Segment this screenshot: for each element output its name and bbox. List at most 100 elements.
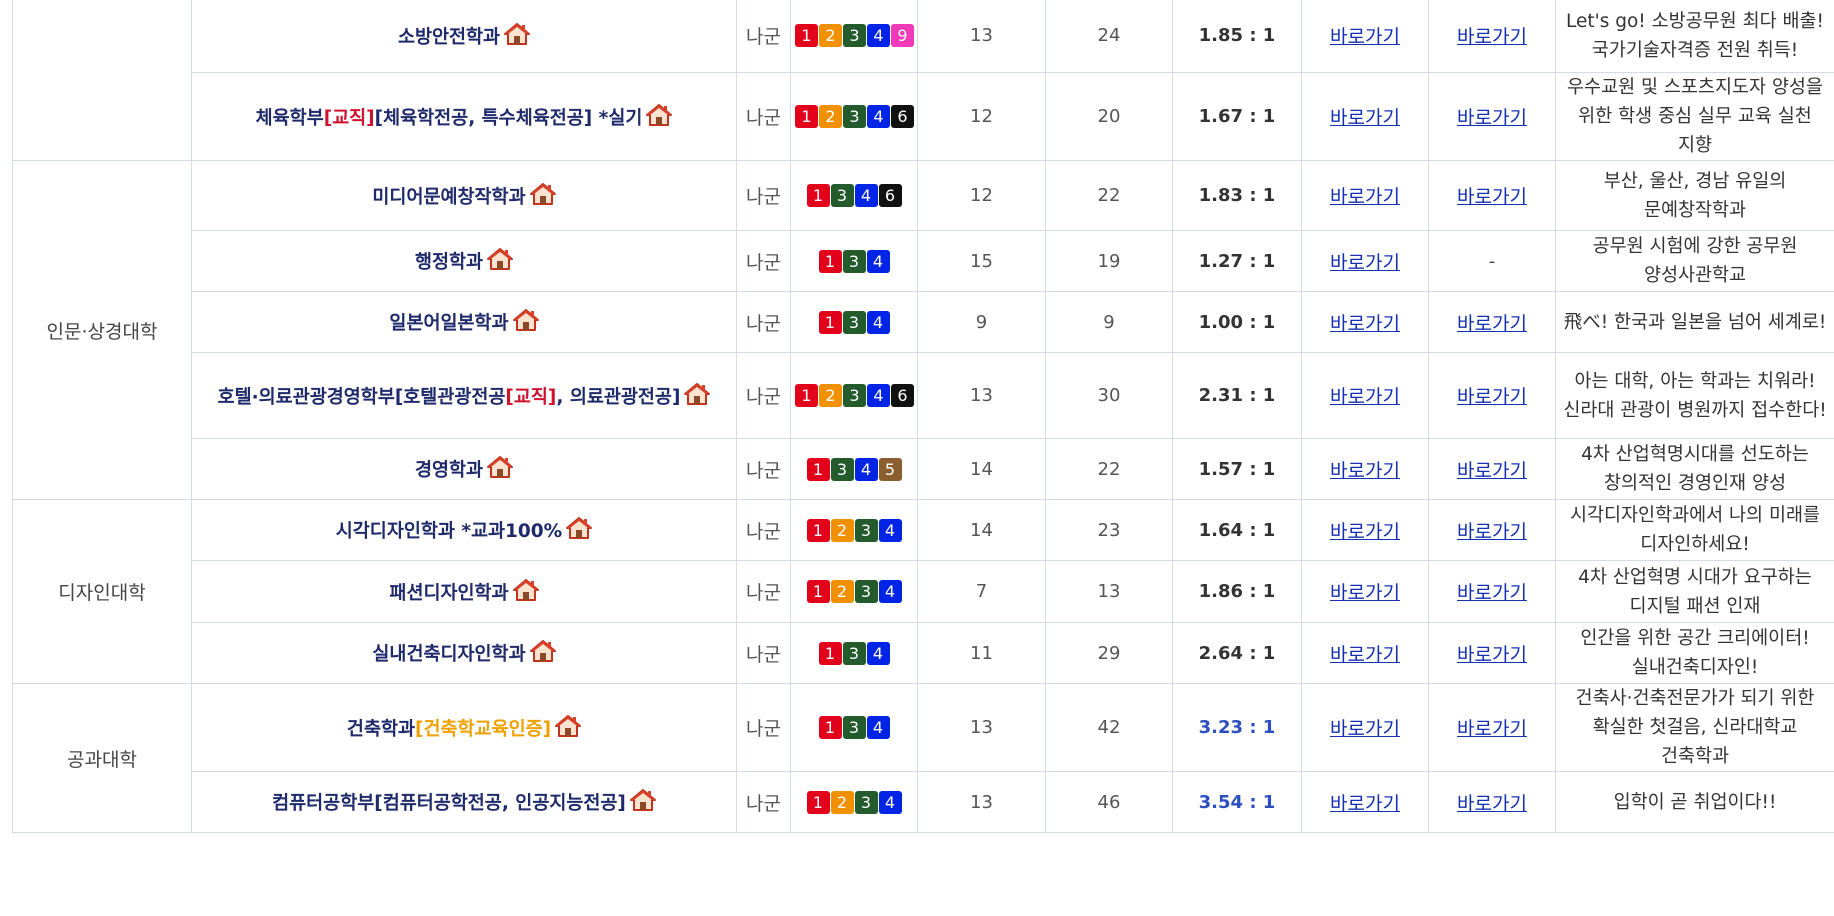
link1-cell: 바로가기: [1301, 683, 1429, 772]
department-name-cell: 소방안전학과: [191, 0, 737, 73]
applicants-cell: 46: [1045, 771, 1173, 833]
grade-badge-2: 2: [819, 384, 842, 407]
shortcut-link[interactable]: 바로가기: [1330, 107, 1400, 129]
shortcut-link[interactable]: 바로가기: [1330, 582, 1400, 604]
quota-cell: 13: [917, 683, 1046, 772]
grade-badges-cell: 134: [790, 683, 918, 772]
shortcut-link[interactable]: 바로가기: [1330, 460, 1400, 482]
home-icon[interactable]: [646, 103, 673, 126]
department-description: 부산, 울산, 경남 유일의 문예창작학과: [1555, 160, 1834, 231]
grade-badge-6: 6: [878, 184, 902, 207]
home-icon[interactable]: [566, 517, 593, 539]
shortcut-link-2[interactable]: 바로가기: [1457, 582, 1527, 604]
table-row: 체육학부[교직][체육학전공, 특수체육전공] *실기 나군 1 2 3 4 6 12 20 1.…: [13, 72, 1834, 161]
shortcut-link[interactable]: 바로가기: [1330, 26, 1400, 48]
quota-cell: 14: [917, 438, 1046, 500]
admission-group: 나군: [736, 622, 791, 684]
grade-badge-3: 3: [843, 384, 866, 407]
department-note: , 의료관광전공]: [556, 386, 681, 408]
link2-empty: -: [1428, 230, 1556, 292]
link1-cell: 바로가기: [1301, 160, 1429, 231]
shortcut-link-2[interactable]: 바로가기: [1457, 644, 1527, 666]
department-note: [교직]: [505, 386, 557, 408]
home-icon[interactable]: [529, 640, 556, 662]
competition-ratio: 1.86 : 1: [1172, 560, 1302, 623]
home-icon[interactable]: [684, 382, 711, 405]
grade-badge-1: 1: [806, 580, 830, 603]
shortcut-link-2[interactable]: 바로가기: [1457, 460, 1527, 482]
table-row: 행정학과 나군 1 3 4 15 19 1.27 : 1 바로가기 - 공무원 시험에 강한 공무원…: [13, 230, 1834, 292]
applicants-cell: 22: [1045, 438, 1173, 500]
applicants-cell: 19: [1045, 230, 1173, 292]
home-icon[interactable]: [529, 182, 556, 205]
college-cell: 공과대학: [12, 683, 192, 833]
admission-group: 나군: [736, 352, 791, 439]
department-description: 인간을 위한 공간 크리에이터! 실내건축디자인!: [1555, 622, 1834, 684]
grade-badges-cell: 1234: [790, 771, 918, 833]
table-row: 디자인대학 시각디자인학과 *교과100% 나군 1 2 3 4 14 23 1.64 : 1 바로…: [12, 499, 1834, 684]
grade-badges-cell: 1234: [790, 499, 918, 561]
home-icon[interactable]: [512, 309, 539, 331]
shortcut-link-2[interactable]: 바로가기: [1457, 521, 1527, 543]
link1-cell: 바로가기: [1301, 622, 1429, 684]
shortcut-link-2[interactable]: 바로가기: [1457, 793, 1527, 815]
shortcut-link-2[interactable]: 바로가기: [1457, 107, 1527, 129]
department-name-cell: 실내건축디자인학과: [191, 622, 737, 684]
grade-badges-cell: 134: [790, 622, 918, 684]
shortcut-link-2[interactable]: 바로가기: [1457, 386, 1527, 408]
shortcut-link[interactable]: 바로가기: [1330, 386, 1400, 408]
grade-badge-3: 3: [842, 249, 866, 273]
link2-cell: 바로가기: [1428, 683, 1556, 772]
grade-badge-3: 3: [854, 790, 878, 814]
grade-badge-4: 4: [867, 384, 890, 407]
department-name-cell: 행정학과: [191, 230, 737, 292]
grade-badges-cell: 12346: [790, 72, 918, 161]
shortcut-link-2[interactable]: 바로가기: [1457, 718, 1527, 740]
applicants-cell: 22: [1045, 160, 1173, 231]
home-icon[interactable]: [512, 578, 539, 601]
competition-ratio: 1.85 : 1: [1172, 0, 1302, 73]
department-name: 시각디자인학과: [335, 521, 455, 542]
admission-group: 나군: [736, 499, 791, 561]
shortcut-link[interactable]: 바로가기: [1330, 313, 1400, 335]
grade-badge-1: 1: [795, 24, 818, 47]
shortcut-link-2[interactable]: 바로가기: [1457, 313, 1527, 335]
grade-badge-4: 4: [866, 249, 890, 273]
table-row: 인문·상경대학 미디어문예창작학과 나군 1 3 4 6 12 22 1.83 : 1 바로가기 바로…: [12, 160, 1834, 500]
link1-cell: 바로가기: [1301, 0, 1429, 73]
grade-badge-3: 3: [843, 105, 866, 128]
link2-cell: 바로가기: [1428, 622, 1556, 684]
table-row: 실내건축디자인학과 나군 1 3 4 11 29 2.64 : 1 바로가기 바로가기 인간을 위한…: [13, 622, 1834, 684]
shortcut-link[interactable]: 바로가기: [1330, 718, 1400, 740]
shortcut-link[interactable]: 바로가기: [1330, 521, 1400, 543]
home-icon[interactable]: [555, 714, 582, 737]
grade-badge-4: 4: [866, 716, 890, 739]
grade-badge-6: 6: [891, 105, 914, 128]
grade-badge-3: 3: [854, 518, 878, 542]
department-name: 미디어문예창작학과: [372, 186, 526, 208]
grade-badge-3: 3: [854, 580, 878, 603]
table-row: 소방안전학과 나군 1 2 3 4 9 13 24 1.85 : 1 바로가기 바로가기 Let's g…: [12, 0, 1834, 161]
shortcut-link[interactable]: 바로가기: [1330, 186, 1400, 208]
competition-ratio: 3.23 : 1: [1172, 683, 1302, 772]
home-icon[interactable]: [487, 248, 514, 270]
table-row: 일본어일본학과 나군 1 3 4 9 9 1.00 : 1 바로가기 바로가기 飛べ! 한국과 일본…: [13, 291, 1834, 353]
competition-ratio: 1.64 : 1: [1172, 499, 1302, 561]
department-note: [건축학교육인증]: [415, 718, 552, 740]
department-name-cell: 건축학과[건축학교육인증]: [191, 683, 737, 772]
shortcut-link-2[interactable]: 바로가기: [1457, 26, 1527, 48]
home-icon[interactable]: [629, 789, 656, 811]
shortcut-link[interactable]: 바로가기: [1330, 793, 1400, 815]
quota-cell: 12: [917, 72, 1046, 161]
link1-cell: 바로가기: [1301, 438, 1429, 500]
home-icon[interactable]: [504, 22, 531, 45]
home-icon[interactable]: [487, 456, 514, 478]
quota-cell: 15: [917, 230, 1046, 292]
shortcut-link[interactable]: 바로가기: [1330, 252, 1400, 274]
shortcut-link-2[interactable]: 바로가기: [1457, 186, 1527, 208]
shortcut-link[interactable]: 바로가기: [1330, 644, 1400, 666]
grade-badge-2: 2: [819, 105, 842, 128]
grade-badges-cell: 1345: [790, 438, 918, 500]
competition-ratio: 1.57 : 1: [1172, 438, 1302, 500]
grade-badge-3: 3: [842, 641, 866, 665]
